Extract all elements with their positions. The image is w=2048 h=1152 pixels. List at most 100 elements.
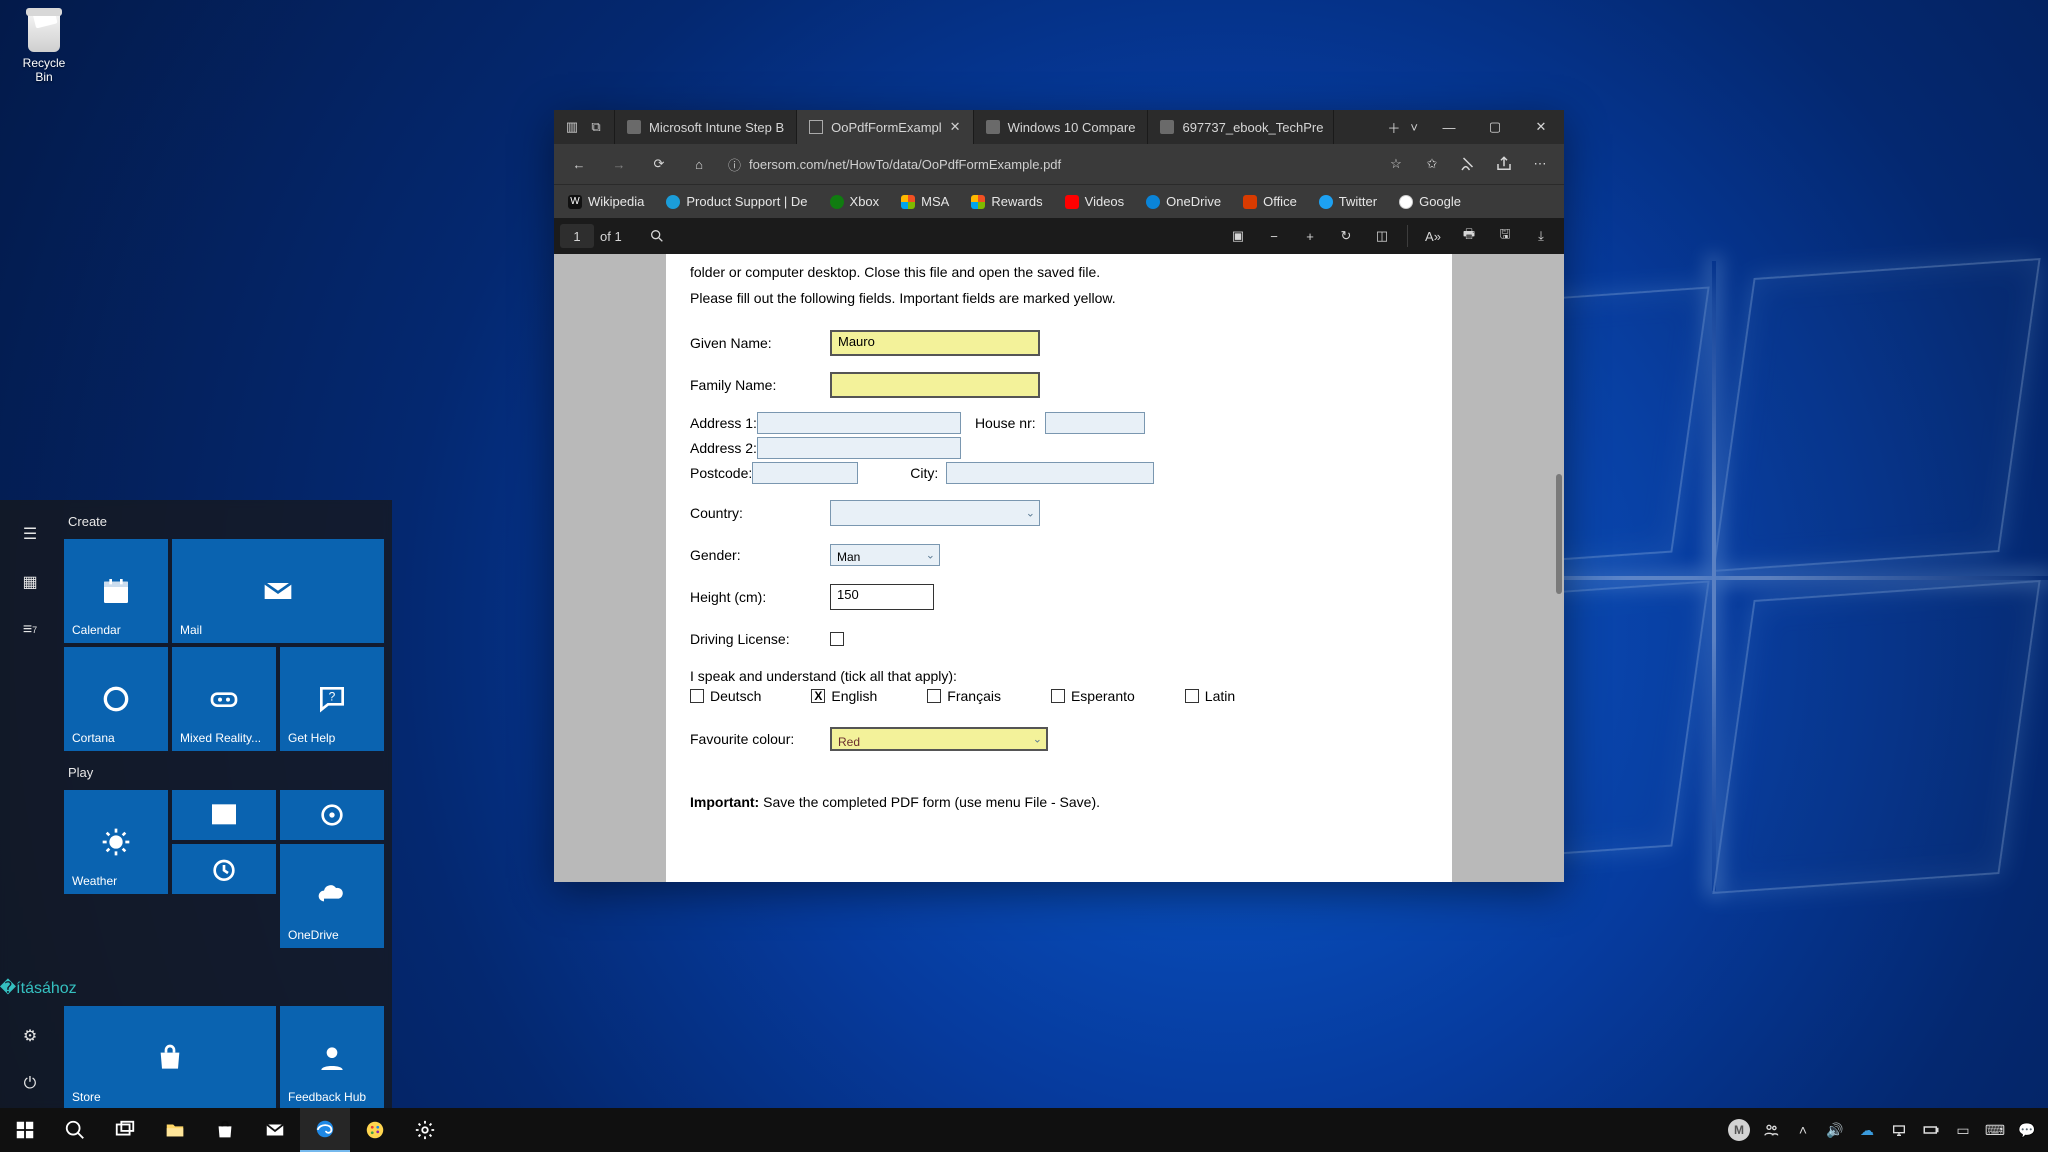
tray-input-icon[interactable]: ▭ xyxy=(1948,1108,1978,1152)
taskbar-mail[interactable] xyxy=(250,1108,300,1152)
checkbox-icon[interactable] xyxy=(927,689,941,703)
scrollbar-thumb[interactable] xyxy=(1556,474,1562,594)
fav-onedrive[interactable]: OneDrive xyxy=(1136,188,1231,216)
input-city[interactable] xyxy=(946,462,1154,484)
tab-oopdfform[interactable]: OoPdfFormExampl ✕ xyxy=(797,110,973,144)
tile-mail[interactable]: Mail xyxy=(172,539,384,643)
taskbar-settings[interactable] xyxy=(400,1108,450,1152)
tile-group-create[interactable]: Create xyxy=(68,514,380,529)
tile-onedrive[interactable]: OneDrive xyxy=(280,844,384,948)
tab-ebook-techpre[interactable]: 697737_ebook_TechPre xyxy=(1148,110,1334,144)
tab-win10-compare[interactable]: Windows 10 Compare xyxy=(974,110,1149,144)
back-button[interactable]: ← xyxy=(562,147,596,181)
select-fav-colour[interactable]: Red⌄ xyxy=(830,727,1048,751)
search-button[interactable] xyxy=(50,1108,100,1152)
favorites-list-icon[interactable]: ✩ xyxy=(1416,147,1448,181)
input-given-name[interactable]: Mauro xyxy=(830,330,1040,356)
share-icon[interactable] xyxy=(1488,147,1520,181)
tile-mixed-reality[interactable]: Mixed Reality... xyxy=(172,647,276,751)
tile-store[interactable]: Store xyxy=(64,1006,276,1108)
start-button[interactable] xyxy=(0,1108,50,1152)
taskbar-paint[interactable] xyxy=(350,1108,400,1152)
tile-cortana[interactable]: Cortana xyxy=(64,647,168,751)
more-menu-icon[interactable]: ⋯ xyxy=(1524,147,1556,181)
input-postcode[interactable] xyxy=(752,462,858,484)
rotate-icon[interactable]: ↻ xyxy=(1329,219,1363,253)
read-aloud-icon[interactable]: A» xyxy=(1416,219,1450,253)
taskbar-store[interactable] xyxy=(200,1108,250,1152)
start-settings-icon[interactable]: ⚙ xyxy=(0,1012,60,1060)
tile-target[interactable] xyxy=(280,790,384,840)
lang-option-deutsch[interactable]: Deutsch xyxy=(690,688,761,704)
fav-twitter[interactable]: Twitter xyxy=(1309,188,1387,216)
page-number-input[interactable]: 1 xyxy=(560,224,594,248)
refresh-button[interactable]: ⟳ xyxy=(642,147,676,181)
fav-product-support[interactable]: Product Support | De xyxy=(656,188,817,216)
checkbox-icon[interactable] xyxy=(1185,689,1199,703)
fav-office[interactable]: Office xyxy=(1233,188,1307,216)
start-all-apps-icon[interactable]: ≡7 xyxy=(0,606,60,654)
tile-alarm[interactable] xyxy=(172,844,276,894)
input-address1[interactable] xyxy=(757,412,961,434)
fav-xbox[interactable]: Xbox xyxy=(820,188,890,216)
fav-msa[interactable]: MSA xyxy=(891,188,959,216)
checkbox-icon[interactable] xyxy=(1051,689,1065,703)
action-center-icon[interactable]: 💬 xyxy=(2012,1108,2042,1152)
fav-rewards[interactable]: Rewards xyxy=(961,188,1052,216)
tray-onedrive-icon[interactable]: ☁ xyxy=(1852,1108,1882,1152)
lang-option-esperanto[interactable]: Esperanto xyxy=(1051,688,1135,704)
tab-close-icon[interactable]: ✕ xyxy=(950,119,961,135)
start-expand-button[interactable]: ☰ xyxy=(0,510,60,558)
select-country[interactable]: ⌄ xyxy=(830,500,1040,526)
task-view-button[interactable] xyxy=(100,1108,150,1152)
start-pinned-icon[interactable]: ▦ xyxy=(0,558,60,606)
tray-keyboard-icon[interactable]: ⌨ xyxy=(1980,1108,2010,1152)
tab-intune[interactable]: Microsoft Intune Step B xyxy=(615,110,797,144)
checkbox-icon[interactable]: X xyxy=(811,689,825,703)
fit-page-icon[interactable]: ▣ xyxy=(1221,219,1255,253)
tile-get-help[interactable]: ?Get Help xyxy=(280,647,384,751)
desktop-icon-recycle-bin[interactable]: Recycle Bin xyxy=(10,8,78,84)
taskbar-edge[interactable] xyxy=(300,1108,350,1152)
minimize-button[interactable]: — xyxy=(1426,110,1472,144)
close-window-button[interactable]: ✕ xyxy=(1518,110,1564,144)
fav-wikipedia[interactable]: WWikipedia xyxy=(558,188,654,216)
tile-calendar[interactable]: Calendar xyxy=(64,539,168,643)
tray-people-icon[interactable] xyxy=(1756,1108,1786,1152)
save-as-icon[interactable]: ⤓ xyxy=(1524,219,1558,253)
tray-battery-icon[interactable] xyxy=(1916,1108,1946,1152)
tile-group-play[interactable]: Play xyxy=(68,765,380,780)
layout-icon[interactable]: ◫ xyxy=(1365,219,1399,253)
forward-button[interactable]: → xyxy=(602,147,636,181)
reading-list-icon[interactable] xyxy=(1452,147,1484,181)
input-house-nr[interactable] xyxy=(1045,412,1145,434)
tray-user[interactable]: M xyxy=(1724,1108,1754,1152)
zoom-in-icon[interactable]: + xyxy=(1293,219,1327,253)
tab-actions-icon[interactable]: ▥ xyxy=(564,119,580,135)
zoom-out-icon[interactable]: − xyxy=(1257,219,1291,253)
tile-weather[interactable]: Weather xyxy=(64,790,168,894)
checkbox-icon[interactable] xyxy=(690,689,704,703)
lang-option-english[interactable]: XEnglish xyxy=(811,688,877,704)
start-user-icon[interactable]: ��ításához xyxy=(0,964,60,1012)
home-button[interactable]: ⌂ xyxy=(682,147,716,181)
input-family-name[interactable] xyxy=(830,372,1040,398)
lang-option-latin[interactable]: Latin xyxy=(1185,688,1235,704)
pdf-viewport[interactable]: folder or computer desktop. Close this f… xyxy=(554,254,1564,882)
tray-volume-icon[interactable]: 🔊 xyxy=(1820,1108,1850,1152)
tile-movies[interactable] xyxy=(172,790,276,840)
input-height[interactable]: 150 xyxy=(830,584,934,610)
checkbox-driving-license[interactable] xyxy=(830,632,844,646)
url-field[interactable]: ⓘ foersom.com/net/HowTo/data/OoPdfFormEx… xyxy=(722,155,1374,174)
tile-feedback-hub[interactable]: Feedback Hub xyxy=(280,1006,384,1108)
favorite-star-icon[interactable]: ☆ xyxy=(1380,147,1412,181)
lang-option-français[interactable]: Français xyxy=(927,688,1001,704)
select-gender[interactable]: Man⌄ xyxy=(830,544,940,566)
tabs-dropdown-icon[interactable]: ˅ xyxy=(1410,120,1418,135)
start-power-icon[interactable]: ⏻ xyxy=(0,1060,60,1108)
pdf-scrollbar[interactable] xyxy=(1548,254,1564,882)
print-icon[interactable]: 🖶 xyxy=(1452,219,1486,253)
maximize-button[interactable]: ▢ xyxy=(1472,110,1518,144)
save-icon[interactable]: 🖫 xyxy=(1488,219,1522,253)
pdf-search-icon[interactable] xyxy=(640,219,674,253)
